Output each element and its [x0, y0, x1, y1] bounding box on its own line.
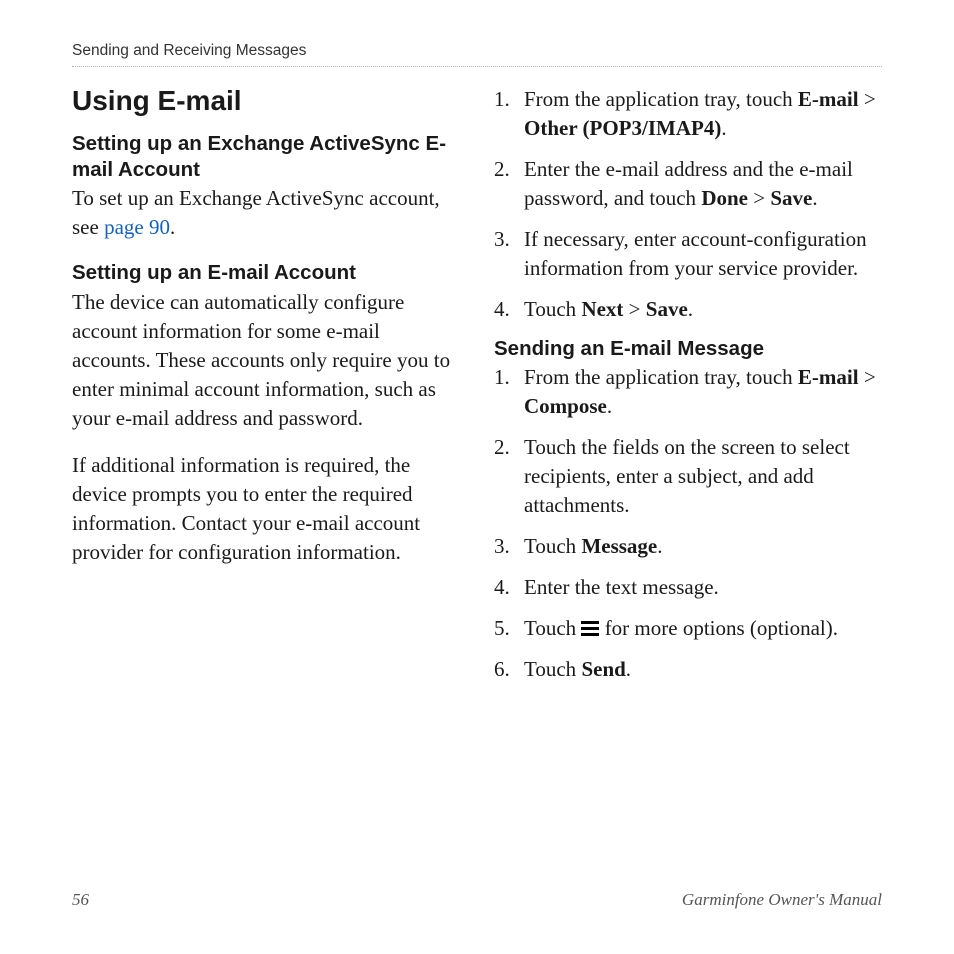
ui-label: Other (POP3/IMAP4) — [524, 116, 721, 140]
section-body-exchange: To set up an Exchange ActiveSync account… — [72, 184, 460, 242]
text: > — [623, 297, 645, 321]
steps-setup-account: 1. From the application tray, touch E-ma… — [494, 85, 882, 324]
section-body-setup-1: The device can automatically configure a… — [72, 288, 460, 433]
section-heading-setup: Setting up an E-mail Account — [72, 260, 460, 286]
text: Touch — [524, 657, 581, 681]
text: . — [688, 297, 693, 321]
list-item: 5. Touch for more options (optional). — [494, 614, 882, 643]
content-columns: Using E-mail Setting up an Exchange Acti… — [72, 85, 882, 696]
list-item: 3. If necessary, enter account-configura… — [494, 225, 882, 283]
list-item: 3. Touch Message. — [494, 532, 882, 561]
text: Touch the fields on the screen to select… — [524, 435, 850, 517]
text: > — [748, 186, 770, 210]
ui-label: Save — [770, 186, 812, 210]
ui-label: Message — [581, 534, 657, 558]
menu-icon — [581, 621, 599, 636]
page-number: 56 — [72, 890, 89, 910]
text: From the application tray, touch — [524, 365, 798, 389]
ui-label: Done — [701, 186, 748, 210]
page-title: Using E-mail — [72, 85, 460, 117]
text: > — [859, 365, 876, 389]
page: Sending and Receiving Messages Using E-m… — [0, 0, 954, 954]
text: If necessary, enter account-configuratio… — [524, 227, 867, 280]
left-column: Using E-mail Setting up an Exchange Acti… — [72, 85, 460, 696]
section-heading-exchange: Setting up an Exchange ActiveSync E-mail… — [72, 131, 460, 182]
list-item: 4. Touch Next > Save. — [494, 295, 882, 324]
page-link-90[interactable]: page 90 — [104, 215, 170, 239]
ui-label: E-mail — [798, 87, 859, 111]
list-item: 1. From the application tray, touch E-ma… — [494, 85, 882, 143]
text: > — [859, 87, 876, 111]
text: Enter the text message. — [524, 575, 719, 599]
ui-label: E-mail — [798, 365, 859, 389]
running-header: Sending and Receiving Messages — [72, 42, 882, 67]
list-item: 4. Enter the text message. — [494, 573, 882, 602]
ui-label: Send — [581, 657, 625, 681]
manual-title: Garminfone Owner's Manual — [682, 890, 882, 910]
text: Touch — [524, 534, 581, 558]
page-footer: 56 Garminfone Owner's Manual — [72, 890, 882, 910]
section-body-setup-2: If additional information is required, t… — [72, 451, 460, 567]
text: . — [626, 657, 631, 681]
text: . — [812, 186, 817, 210]
text: . — [170, 215, 175, 239]
text: for more options (optional). — [599, 616, 838, 640]
right-column: 1. From the application tray, touch E-ma… — [494, 85, 882, 696]
text: Touch — [524, 616, 581, 640]
text: . — [657, 534, 662, 558]
list-item: 2. Touch the fields on the screen to sel… — [494, 433, 882, 520]
text: . — [607, 394, 612, 418]
list-item: 1. From the application tray, touch E-ma… — [494, 363, 882, 421]
ui-label: Save — [646, 297, 688, 321]
text: . — [721, 116, 726, 140]
text: Touch — [524, 297, 581, 321]
ui-label: Next — [581, 297, 623, 321]
text: From the application tray, touch — [524, 87, 798, 111]
steps-send-message: 1. From the application tray, touch E-ma… — [494, 363, 882, 684]
section-heading-sending: Sending an E-mail Message — [494, 336, 882, 362]
ui-label: Compose — [524, 394, 607, 418]
list-item: 6. Touch Send. — [494, 655, 882, 684]
list-item: 2. Enter the e-mail address and the e-ma… — [494, 155, 882, 213]
